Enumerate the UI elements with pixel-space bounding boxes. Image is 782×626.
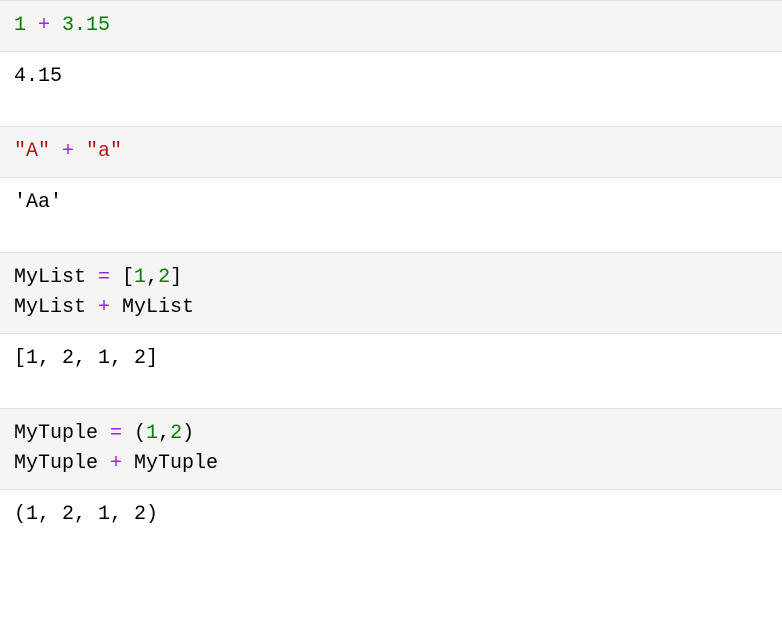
token-operator: + bbox=[98, 296, 110, 319]
code-cell-output: 'Aa' bbox=[0, 178, 782, 238]
code-cell-input[interactable]: MyList = [1,2] MyList + MyList bbox=[0, 252, 782, 334]
token-punct: [ bbox=[110, 266, 134, 289]
token-number: 1 bbox=[146, 422, 158, 445]
token-operator: = bbox=[98, 266, 110, 289]
token-operator: = bbox=[110, 422, 122, 445]
code-cell-input[interactable]: 1 + 3.15 bbox=[0, 0, 782, 52]
token-number: 2 bbox=[170, 422, 182, 445]
code-cell-output: [1, 2, 1, 2] bbox=[0, 334, 782, 394]
token-punct: , bbox=[158, 422, 170, 445]
token-punct: ) bbox=[182, 422, 194, 445]
token-number: 2 bbox=[158, 266, 170, 289]
code-cell-input[interactable]: "A" + "a" bbox=[0, 126, 782, 178]
cell-gap bbox=[0, 112, 782, 126]
token-identifier: MyList bbox=[14, 266, 98, 289]
code-cell-output: (1, 2, 1, 2) bbox=[0, 490, 782, 550]
token-identifier: MyTuple bbox=[122, 452, 218, 475]
token-number: 1 bbox=[134, 266, 146, 289]
code-cell-input[interactable]: MyTuple = (1,2) MyTuple + MyTuple bbox=[0, 408, 782, 490]
token-string: "a" bbox=[86, 140, 122, 163]
token-identifier: MyTuple bbox=[14, 452, 110, 475]
token-punct: ] bbox=[170, 266, 182, 289]
token-punct: ( bbox=[122, 422, 146, 445]
token-operator: + bbox=[26, 14, 62, 37]
token-operator: + bbox=[110, 452, 122, 475]
cell-gap bbox=[0, 394, 782, 408]
token-string: "A" bbox=[14, 140, 50, 163]
cell-gap bbox=[0, 238, 782, 252]
token-number: 3.15 bbox=[62, 14, 110, 37]
token-number: 1 bbox=[14, 14, 26, 37]
token-punct: , bbox=[146, 266, 158, 289]
token-identifier: MyList bbox=[110, 296, 194, 319]
token-identifier: MyTuple bbox=[14, 422, 110, 445]
code-cell-output: 4.15 bbox=[0, 52, 782, 112]
token-operator: + bbox=[50, 140, 86, 163]
token-identifier: MyList bbox=[14, 296, 98, 319]
